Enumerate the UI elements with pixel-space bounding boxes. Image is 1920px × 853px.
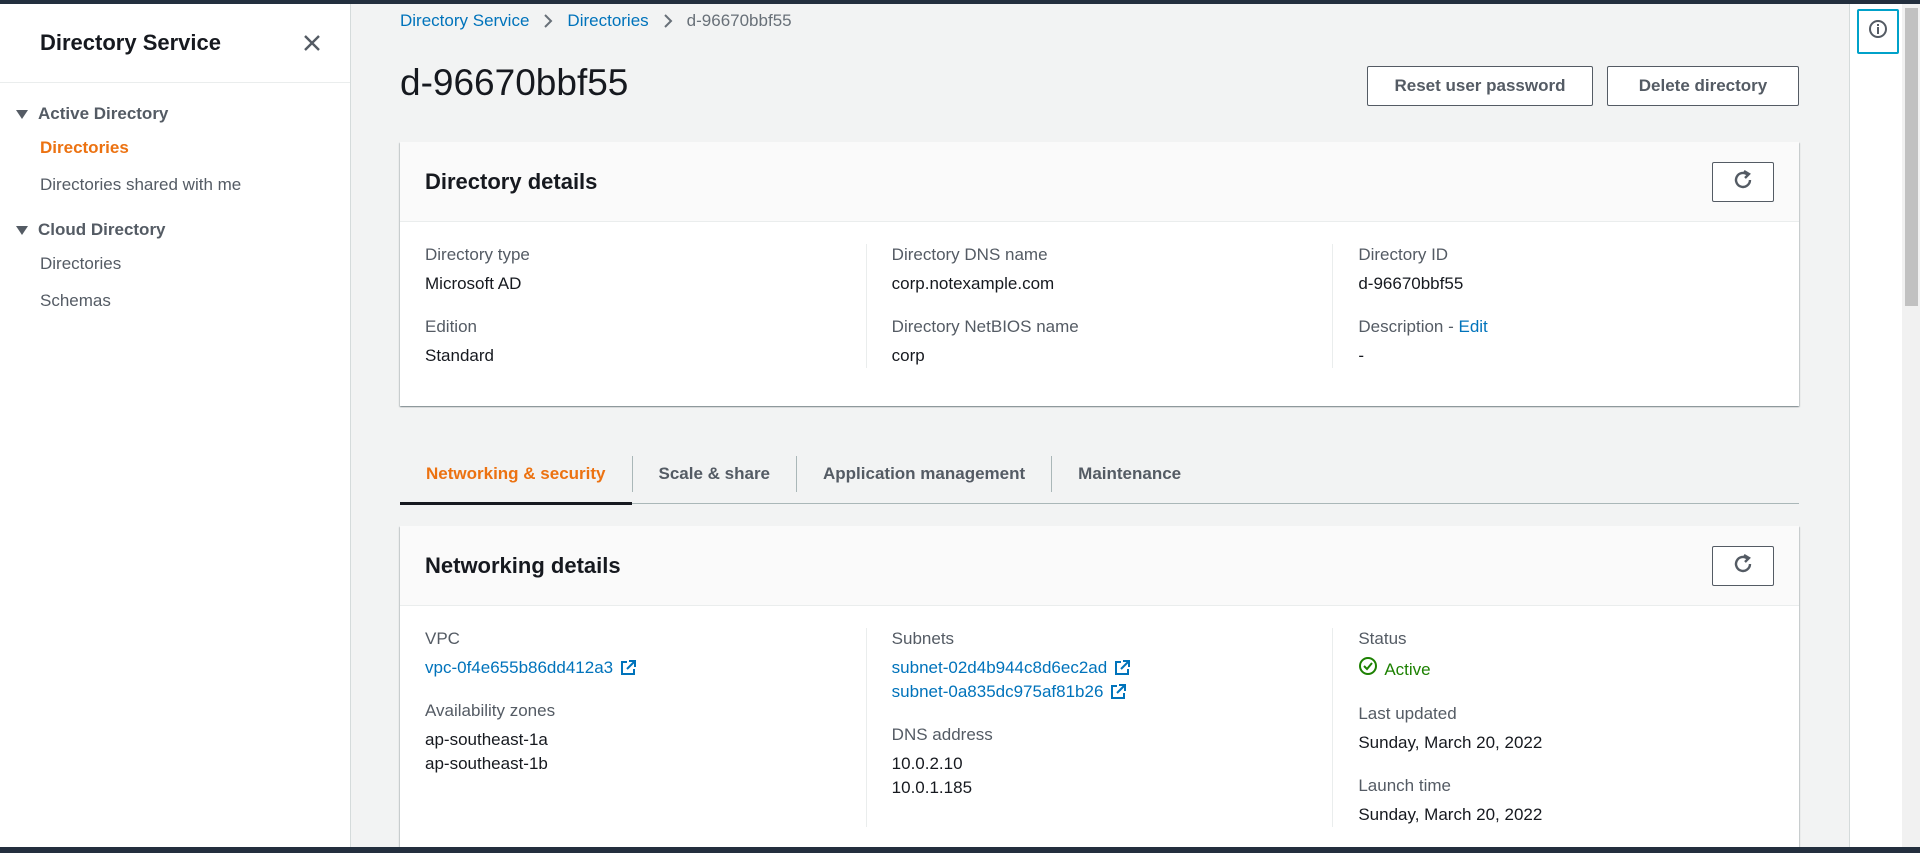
subnet-link[interactable]: subnet-02d4b944c8d6ec2ad [892,656,1132,680]
directory-id-label: Directory ID [1358,245,1449,264]
page-title: d-96670bbf55 [400,62,629,103]
sidebar-item-cloud-directories[interactable]: Directories [0,245,350,282]
tools-rail [1849,4,1920,847]
edition-value: Standard [425,346,494,365]
dns-address-value: 10.0.1.185 [891,778,973,797]
caret-down-icon [16,109,28,119]
status-positive-icon [1358,656,1384,683]
sidebar-item-directories[interactable]: Directories [0,129,350,166]
side-navigation: Directory Service Active Directory Direc… [0,4,351,847]
subnet-link-text: subnet-02d4b944c8d6ec2ad [891,658,1108,677]
tab-networking-security[interactable]: Networking & security [400,444,632,505]
breadcrumb-current: d-96670bbf55 [686,11,792,30]
edition-label: Edition [425,317,477,336]
section-label: Cloud Directory [38,220,166,239]
dns-name-value: corp.notexample.com [891,274,1055,293]
refresh-button[interactable] [1712,545,1774,586]
sidebar-section-active-directory: Active Directory Directories Directories… [0,83,350,203]
vpc-link-text: vpc-0f4e655b86dd412a3 [425,658,614,677]
vpc-link[interactable]: vpc-0f4e655b86dd412a3 [425,656,637,680]
section-label: Active Directory [38,104,169,123]
details-column-1: Directory type Microsoft AD Edition Standa… [400,244,866,368]
description-value: - [1358,346,1365,365]
subnet-link-text: subnet-0a835dc975af81b26 [891,682,1104,701]
caret-down-icon [16,225,28,235]
section-toggle-active-directory[interactable]: Active Directory [0,99,350,129]
launch-time-value: Sunday, March 20, 2022 [1358,805,1543,824]
info-button[interactable] [1857,9,1899,54]
tab-application-management[interactable]: Application management [797,444,1051,504]
tab-scale-share[interactable]: Scale & share [633,444,797,504]
details-column-2: Directory DNS name corp.notexample.com Di… [865,244,1333,368]
availability-zone-value: ap-southeast-1b [425,754,548,773]
networking-column-3: Status Active Last updated Sunday, March… [1332,628,1799,827]
external-link-icon [1113,659,1131,677]
panel-title: Networking details [425,552,621,578]
directory-details-panel: Directory details Directory type Microsof… [400,142,1799,406]
networking-column-2: Subnets subnet-02d4b944c8d6ec2ad subnet-… [865,628,1333,827]
directory-id-value: d-96670bbf55 [1358,274,1464,293]
refresh-button[interactable] [1712,161,1774,202]
status-text: Active [1384,659,1431,679]
netbios-name-label: Directory NetBIOS name [891,317,1079,336]
networking-column-1: VPC vpc-0f4e655b86dd412a3 Availability z… [400,628,866,827]
sidebar-item-schemas[interactable]: Schemas [0,282,350,319]
availability-zones-label: Availability zones [425,701,556,720]
panel-title: Directory details [425,168,598,194]
details-column-3: Directory ID d-96670bbf55 Description - E… [1332,244,1799,368]
dns-address-value: 10.0.2.10 [891,754,963,773]
bottom-bar [0,847,1920,853]
refresh-icon [1731,168,1755,195]
sidebar-item-directories-shared[interactable]: Directories shared with me [0,166,350,203]
scrollbar-thumb[interactable] [1905,8,1918,306]
section-toggle-cloud-directory[interactable]: Cloud Directory [0,215,350,245]
launch-time-label: Launch time [1358,776,1451,795]
dns-address-label: DNS address [891,725,993,744]
sidebar-section-cloud-directory: Cloud Directory Directories Schemas [0,215,350,319]
delete-directory-button[interactable]: Delete directory [1607,66,1799,106]
sidebar-header: Directory Service [0,4,350,83]
networking-details-panel: Networking details VPC vpc-0f4e655b86dd4… [400,526,1799,853]
subnets-label: Subnets [891,629,955,648]
reset-user-password-button[interactable]: Reset user password [1367,66,1593,106]
vpc-label: VPC [425,629,460,648]
external-link-icon [619,659,637,677]
tab-maintenance[interactable]: Maintenance [1052,444,1207,504]
chevron-right-icon [663,13,673,29]
main-content: Directory Service Directories d-96670bbf… [351,4,1849,853]
dns-name-label: Directory DNS name [891,245,1048,264]
status-label: Status [1358,629,1407,648]
close-icon[interactable] [298,29,326,57]
directory-type-label: Directory type [425,245,530,264]
last-updated-value: Sunday, March 20, 2022 [1358,733,1543,752]
edit-description-link[interactable]: Edit [1458,316,1487,338]
panel-header: Directory details [400,142,1799,222]
subnet-link[interactable]: subnet-0a835dc975af81b26 [892,680,1128,704]
panel-header: Networking details [400,526,1799,606]
chevron-right-icon [543,13,553,29]
status-badge: Active [1358,656,1431,683]
refresh-icon [1731,552,1755,579]
tab-bar: Networking & security Scale & share Appl… [400,444,1799,505]
breadcrumb: Directory Service Directories d-96670bbf… [400,11,792,31]
info-icon [1868,19,1888,44]
last-updated-label: Last updated [1358,704,1457,723]
directory-type-value: Microsoft AD [425,274,522,293]
sidebar-title[interactable]: Directory Service [40,30,221,56]
breadcrumb-directories[interactable]: Directories [567,11,648,31]
netbios-name-value: corp [891,346,925,365]
description-label: Description - Edit [1358,316,1774,338]
scrollbar[interactable] [1902,4,1920,847]
external-link-icon [1109,683,1127,701]
description-label-text: Description - [1358,317,1459,336]
breadcrumb-directory-service[interactable]: Directory Service [400,11,529,31]
availability-zone-value: ap-southeast-1a [425,730,548,749]
